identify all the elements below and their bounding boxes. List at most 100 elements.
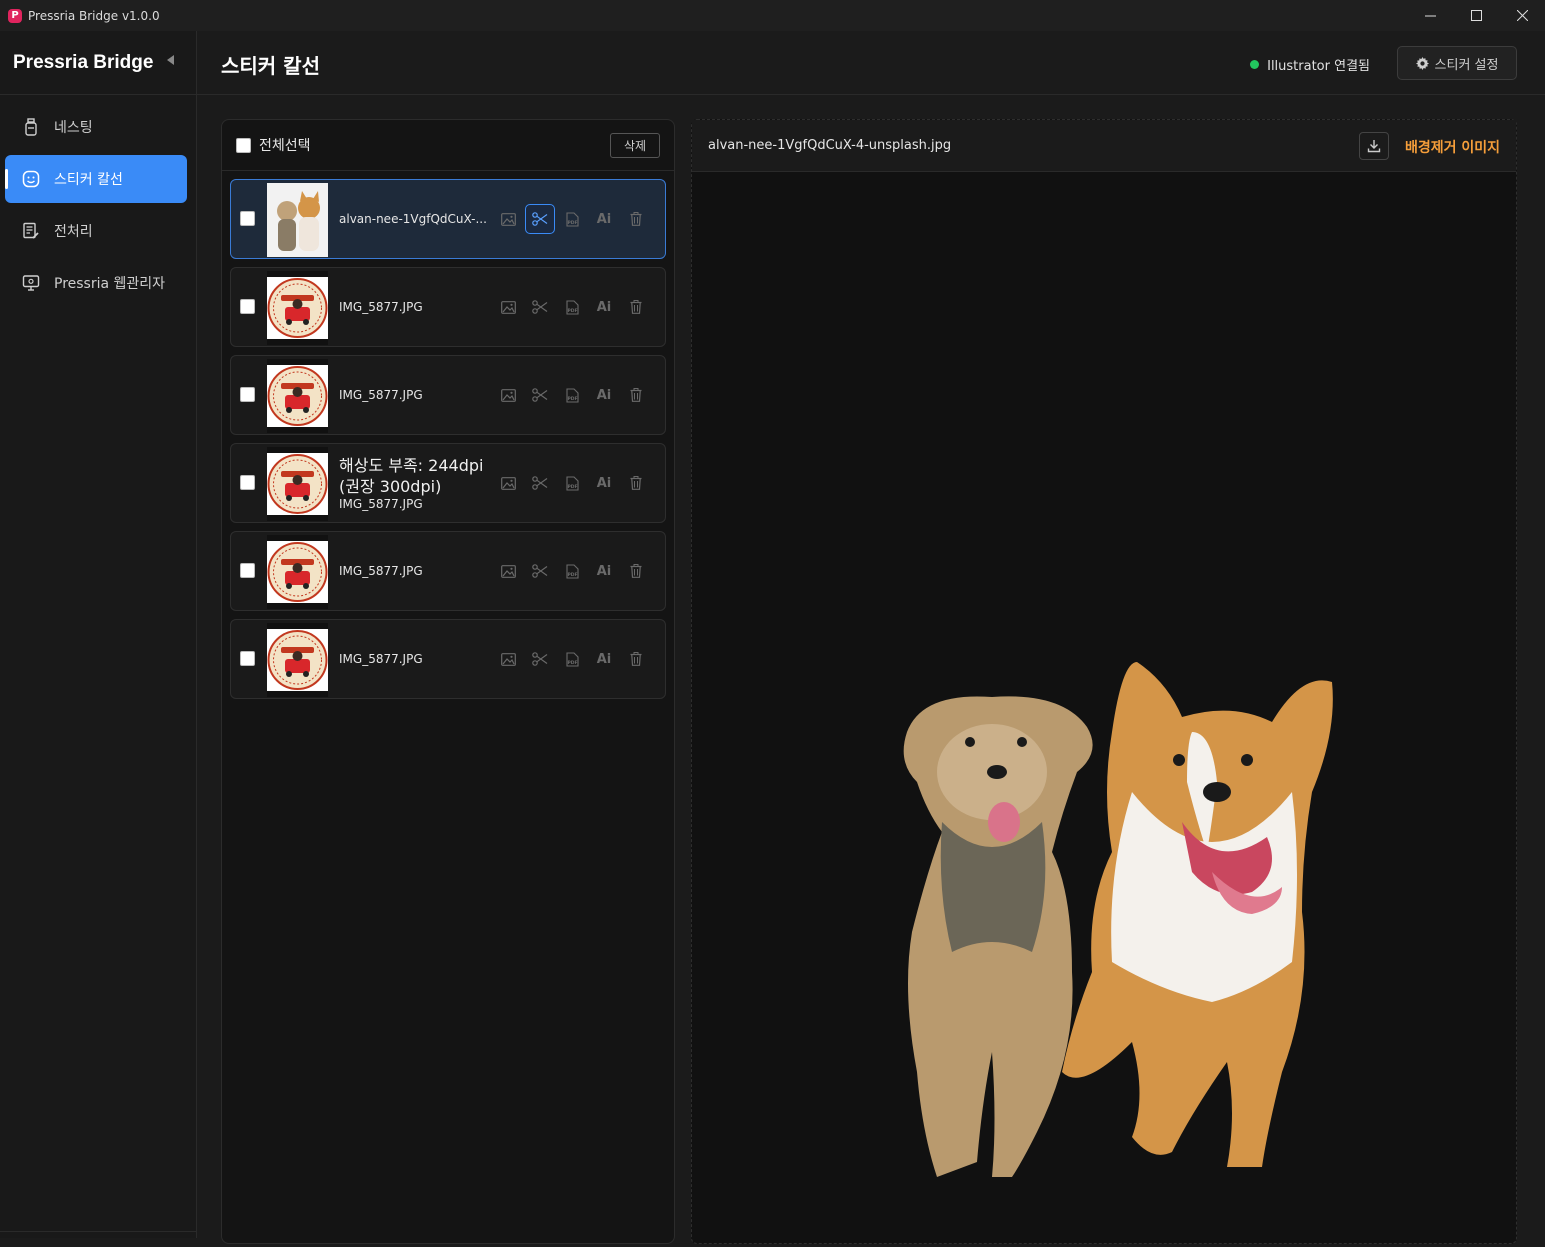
trash-icon[interactable]	[621, 644, 651, 674]
file-row-2[interactable]: IMG_5877.JPG PDF Ai	[230, 267, 666, 347]
pdf-icon[interactable]: PDF	[557, 380, 587, 410]
file-rows: alvan-nee-1VgfQdCuX-... PDF Ai IMG_5877.…	[222, 171, 674, 699]
sidebar-item-label: Pressria 웹관리자	[54, 276, 166, 292]
row-text: IMG_5877.JPG	[339, 356, 499, 434]
file-row-6[interactable]: IMG_5877.JPG PDF Ai	[230, 619, 666, 699]
preview-panel: alvan-nee-1VgfQdCuX-4-unsplash.jpg 배경제거 …	[691, 119, 1517, 1244]
file-row-1[interactable]: alvan-nee-1VgfQdCuX-... PDF Ai	[230, 179, 666, 259]
connection-status: Illustrator 연결됨	[1250, 55, 1370, 74]
page-title: 스티커 칼선	[221, 54, 320, 78]
pdf-icon[interactable]: PDF	[557, 204, 587, 234]
sticker-icon	[22, 170, 40, 188]
svg-text:PDF: PDF	[567, 660, 577, 666]
row-actions: PDF Ai	[493, 556, 651, 586]
trash-icon[interactable]	[621, 204, 651, 234]
close-icon[interactable]	[1499, 0, 1545, 31]
row-checkbox[interactable]	[240, 211, 255, 226]
document-edit-icon	[22, 222, 40, 240]
status-text: Illustrator 연결됨	[1267, 59, 1370, 74]
sticker-settings-button[interactable]: 스티커 설정	[1397, 46, 1517, 80]
select-all-checkbox[interactable]	[236, 137, 251, 153]
page-header: 스티커 칼선 Illustrator 연결됨 스티커 설정	[197, 31, 1545, 95]
illustrator-icon[interactable]: Ai	[589, 468, 619, 498]
preview-header: alvan-nee-1VgfQdCuX-4-unsplash.jpg 배경제거 …	[692, 120, 1516, 172]
gear-icon	[1415, 56, 1429, 70]
scissors-icon[interactable]	[525, 204, 555, 234]
trash-icon[interactable]	[621, 556, 651, 586]
app-logo-icon: P	[8, 8, 22, 23]
pdf-icon[interactable]: PDF	[557, 468, 587, 498]
row-thumbnail	[267, 271, 328, 345]
row-checkbox[interactable]	[240, 651, 255, 666]
row-checkbox[interactable]	[240, 299, 255, 314]
sidebar-item-preprocess[interactable]: 전처리	[5, 207, 187, 255]
row-checkbox[interactable]	[240, 387, 255, 402]
background-removed-label: 배경제거 이미지	[1404, 140, 1500, 156]
window-title: Pressria Bridge v1.0.0	[28, 8, 160, 23]
row-filename: IMG_5877.JPG	[339, 497, 423, 511]
terrier-dog-figure	[903, 696, 1093, 1177]
sidebar-item-sticker-cutline[interactable]: 스티커 칼선	[5, 155, 187, 203]
scissors-icon[interactable]	[525, 292, 555, 322]
svg-text:PDF: PDF	[567, 220, 577, 226]
sidebar-item-web-admin[interactable]: Pressria 웹관리자	[5, 259, 187, 307]
trash-icon[interactable]	[621, 292, 651, 322]
scissors-icon[interactable]	[525, 556, 555, 586]
collapse-sidebar-icon[interactable]	[167, 55, 174, 65]
pdf-icon[interactable]: PDF	[557, 292, 587, 322]
sidebar-item-label: 전처리	[54, 224, 93, 240]
preview-image	[903, 662, 1333, 1177]
scissors-icon[interactable]	[525, 644, 555, 674]
pdf-icon[interactable]: PDF	[557, 644, 587, 674]
row-thumbnail	[267, 535, 328, 609]
settings-label: 스티커 설정	[1434, 57, 1499, 73]
row-filename: IMG_5877.JPG	[339, 388, 423, 402]
row-thumbnail	[267, 623, 328, 697]
select-all-label: 전체선택	[259, 138, 311, 154]
row-thumbnail	[267, 359, 328, 433]
delete-button[interactable]: 삭제	[610, 133, 660, 158]
file-row-3[interactable]: IMG_5877.JPG PDF Ai	[230, 355, 666, 435]
sidebar-divider	[0, 1231, 196, 1232]
row-checkbox[interactable]	[240, 563, 255, 578]
sidebar: Pressria Bridge 네스팅 스티커 칼선 전처리 Pressria …	[0, 31, 197, 1238]
pdf-icon[interactable]: PDF	[557, 556, 587, 586]
image-icon[interactable]	[493, 556, 523, 586]
image-icon[interactable]	[493, 644, 523, 674]
illustrator-icon[interactable]: Ai	[589, 380, 619, 410]
row-filename: IMG_5877.JPG	[339, 652, 423, 666]
svg-text:PDF: PDF	[567, 484, 577, 490]
download-icon	[1367, 140, 1381, 153]
file-list-panel: 전체선택 삭제 alvan-nee-1VgfQdCuX-... PDF Ai I…	[221, 119, 675, 1244]
row-actions: PDF Ai	[493, 292, 651, 322]
row-text: IMG_5877.JPG	[339, 620, 499, 698]
illustrator-icon[interactable]: Ai	[589, 644, 619, 674]
resolution-warning-recommend: (권장 300dpi)	[339, 477, 442, 496]
list-header: 전체선택 삭제	[222, 120, 674, 171]
trash-icon[interactable]	[621, 468, 651, 498]
corgi-dog-figure	[1062, 662, 1333, 1167]
file-row-5[interactable]: IMG_5877.JPG PDF Ai	[230, 531, 666, 611]
brand-name: Pressria Bridge	[13, 51, 154, 73]
sidebar-item-label: 네스팅	[54, 120, 93, 136]
scissors-icon[interactable]	[525, 380, 555, 410]
illustrator-icon[interactable]: Ai	[589, 292, 619, 322]
maximize-icon[interactable]	[1453, 0, 1499, 31]
illustrator-icon[interactable]: Ai	[589, 556, 619, 586]
image-icon[interactable]	[493, 292, 523, 322]
download-button[interactable]	[1359, 132, 1389, 160]
scissors-icon[interactable]	[525, 468, 555, 498]
row-checkbox[interactable]	[240, 475, 255, 490]
image-icon[interactable]	[493, 380, 523, 410]
illustrator-icon[interactable]: Ai	[589, 204, 619, 234]
image-icon[interactable]	[493, 468, 523, 498]
trash-icon[interactable]	[621, 380, 651, 410]
minimize-icon[interactable]	[1407, 0, 1453, 31]
file-row-4[interactable]: 해상도 부족: 244dpi (권장 300dpi) IMG_5877.JPG …	[230, 443, 666, 523]
window-controls	[1407, 0, 1545, 31]
row-thumbnail	[267, 447, 328, 521]
image-icon[interactable]	[493, 204, 523, 234]
sidebar-nav: 네스팅 스티커 칼선 전처리 Pressria 웹관리자	[0, 95, 196, 307]
sidebar-item-nesting[interactable]: 네스팅	[5, 103, 187, 151]
svg-text:PDF: PDF	[567, 396, 577, 402]
